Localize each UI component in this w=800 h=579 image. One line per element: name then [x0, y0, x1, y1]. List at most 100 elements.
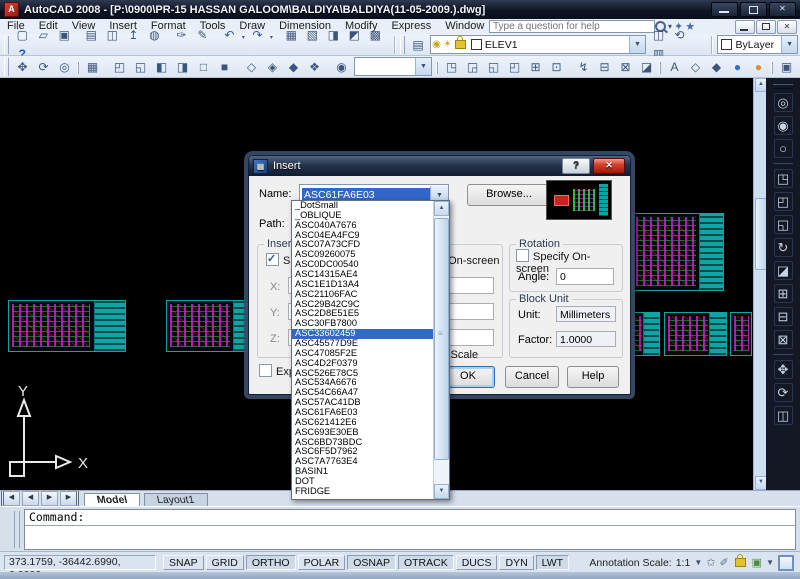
toolbar-grip[interactable] [773, 84, 793, 89]
ucs-world-icon[interactable]: ◳ [442, 57, 461, 76]
layer-manager-icon[interactable]: ▤ [409, 35, 427, 54]
dialog-help-icon[interactable]: ? [562, 158, 590, 174]
layer-combo-arrow[interactable]: ▼ [629, 36, 645, 53]
ucs-zaxis-icon[interactable]: ↯ [574, 57, 593, 76]
block-list-item[interactable]: FRIDGE [292, 487, 434, 497]
vs-realistic-icon[interactable]: ● [728, 57, 747, 76]
plot-preview-icon[interactable]: ◫ [103, 26, 122, 45]
view-left-icon[interactable]: ◧ [152, 57, 171, 76]
3d-dwf-icon[interactable]: ◍ [145, 26, 164, 45]
etransmit-icon[interactable]: ◩ [345, 26, 364, 45]
view-bottom-icon[interactable]: ◱ [131, 57, 150, 76]
tab-model[interactable]: Model [84, 493, 140, 506]
tab-layout1[interactable]: Layout1 [144, 493, 207, 506]
subtract-icon[interactable]: ⊟ [774, 307, 793, 326]
named-views-icon[interactable]: ▦ [83, 57, 102, 76]
document-minimize-button[interactable] [735, 20, 755, 34]
vs-2d-wireframe-icon[interactable]: A [665, 57, 684, 76]
document-restore-button[interactable] [756, 20, 776, 34]
layer-control-combo[interactable]: ◉ ☀ ELEV1 ▼ [430, 35, 646, 54]
toolbar-grip[interactable] [771, 62, 773, 74]
toggle-osnap[interactable]: OSNAP [347, 555, 396, 570]
tab-last-icon[interactable]: ▶ [60, 491, 79, 506]
coordinate-readout[interactable]: 373.1759, -36442.6990, 0.0000 [4, 555, 156, 570]
ucs-origin-icon[interactable]: ⊡ [547, 57, 566, 76]
menu-window[interactable]: Window [438, 20, 491, 32]
document-close-button[interactable]: ✕ [777, 20, 797, 34]
ucs-y-icon[interactable]: ◪ [637, 57, 656, 76]
block-editor-icon[interactable]: ◨ [324, 26, 343, 45]
layer-previous-icon[interactable]: ⟲ [670, 26, 689, 45]
extrude-icon[interactable]: ◳ [774, 169, 793, 188]
ucs-view-icon[interactable]: ⊞ [526, 57, 545, 76]
orbit-icon[interactable]: ⟳ [34, 57, 53, 76]
3d-align-icon[interactable]: ◫ [774, 406, 793, 425]
vs-3d-hidden-icon[interactable]: ◆ [707, 57, 726, 76]
toolbar-grip[interactable] [4, 36, 9, 54]
help-search-input[interactable] [489, 20, 655, 33]
help-button[interactable]: Help [567, 366, 619, 388]
markup-set-manager-icon[interactable]: ▧ [303, 26, 322, 45]
new-icon[interactable]: ▢ [13, 26, 32, 45]
ucs-3point-icon[interactable]: ⊟ [595, 57, 614, 76]
redo-drop-icon[interactable]: ▾ [268, 34, 275, 41]
iso-sw-icon[interactable]: ◇ [242, 57, 261, 76]
list-scrollbar-thumb[interactable] [434, 218, 449, 460]
explode-checkbox[interactable] [259, 364, 272, 377]
annotation-update-icon[interactable]: ▣ [752, 556, 762, 569]
camera-icon[interactable]: ◉ [332, 57, 351, 76]
command-window-grip[interactable] [14, 511, 20, 548]
list-scrollbar[interactable]: ▲ ▼ [433, 201, 449, 499]
ucs-object-icon[interactable]: ◰ [505, 57, 524, 76]
3d-move-icon[interactable]: ✥ [774, 360, 793, 379]
sweep-icon[interactable]: ◱ [774, 215, 793, 234]
tab-next-icon[interactable]: ▶ [41, 491, 58, 506]
color-combo-arrow[interactable]: ▼ [781, 36, 797, 53]
annotation-scale-dropdown-icon[interactable]: ▼ [694, 558, 702, 567]
toolbar-grip[interactable] [436, 62, 438, 74]
toggle-snap[interactable]: SNAP [163, 555, 204, 570]
union-icon[interactable]: ⊞ [774, 284, 793, 303]
toolbar-grip[interactable] [400, 36, 405, 54]
rotation-specify-checkbox[interactable] [516, 249, 529, 262]
redo-icon[interactable]: ↷ [248, 26, 267, 45]
toolbar-grip[interactable] [659, 62, 661, 74]
toggle-otrack[interactable]: OTRACK [398, 555, 454, 570]
cancel-button[interactable]: Cancel [505, 366, 559, 388]
toolbar-grip[interactable] [4, 58, 9, 76]
canvas-vertical-scrollbar[interactable]: ▲ ▼ [753, 78, 766, 490]
presspull-icon[interactable]: ◰ [774, 192, 793, 211]
slice-icon[interactable]: ◪ [774, 261, 793, 280]
tab-prev-icon[interactable]: ◀ [22, 491, 39, 506]
ucs-previous-icon[interactable]: ◲ [463, 57, 482, 76]
iso-nw-icon[interactable]: ❖ [305, 57, 324, 76]
toggle-ortho[interactable]: ORTHO [246, 555, 296, 570]
vs-3d-wireframe-icon[interactable]: ◇ [686, 57, 705, 76]
view-back-icon[interactable]: ■ [215, 57, 234, 76]
ucs-face-icon[interactable]: ◱ [484, 57, 503, 76]
clean-screen-icon[interactable] [778, 555, 794, 571]
swivel-icon[interactable]: ◎ [55, 57, 74, 76]
browse-button[interactable]: Browse... [467, 184, 551, 206]
list-scroll-down-icon[interactable]: ▼ [434, 484, 449, 499]
named-view-combo[interactable]: ▼ [354, 57, 432, 76]
undo-icon[interactable]: ↶ [220, 26, 239, 45]
lock-dropdown-icon[interactable]: ▼ [766, 558, 774, 567]
publish-icon[interactable]: ↥ [124, 26, 143, 45]
revolve-icon[interactable]: ↻ [774, 238, 793, 257]
toggle-dyn[interactable]: DYN [499, 555, 533, 570]
insertion-specify-checkbox[interactable] [266, 253, 279, 266]
pan-icon[interactable]: ✥ [13, 57, 32, 76]
command-prompt[interactable]: Command: [25, 510, 795, 526]
minimize-button[interactable] [711, 2, 738, 17]
menu-express[interactable]: Express [384, 20, 438, 32]
sheet-set-manager-icon[interactable]: ▦ [282, 26, 301, 45]
toolbar-lock-icon[interactable] [735, 558, 746, 567]
quick-calc-icon[interactable]: ▩ [366, 26, 385, 45]
insert-dialog-titlebar[interactable]: ▦ Insert ? ✕ [249, 156, 630, 176]
save-icon[interactable]: ▣ [55, 26, 74, 45]
iso-ne-icon[interactable]: ◆ [284, 57, 303, 76]
match-properties-icon[interactable]: ✑ [172, 26, 191, 45]
toggle-grid[interactable]: GRID [206, 555, 244, 570]
undo-drop-icon[interactable]: ▾ [240, 34, 247, 41]
